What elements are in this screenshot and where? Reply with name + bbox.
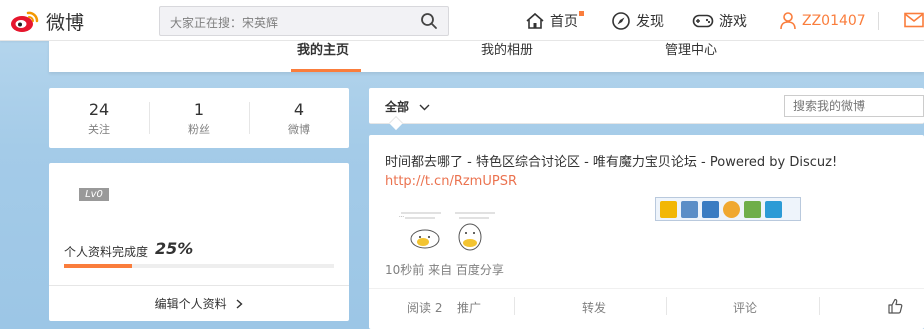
action-divider: [514, 297, 515, 315]
document-icon[interactable]: [681, 200, 698, 218]
nav-home-label: 首页: [550, 13, 578, 30]
comment-button[interactable]: 评论: [733, 299, 757, 316]
edit-profile-label: 编辑个人资料: [154, 297, 227, 311]
nav-home[interactable]: 首页: [525, 0, 578, 41]
post-meta: 10秒前 来自 百度分享: [385, 263, 504, 277]
stat-following-label: 关注: [88, 123, 110, 136]
completion-progress-fill: [64, 264, 132, 268]
mail-icon[interactable]: [904, 12, 924, 31]
monitor-icon[interactable]: [702, 200, 719, 218]
top-bar: 微博 大家正在搜：宋英辉 首页 发现 游戏 ZZ01407: [0, 0, 924, 41]
sticker-right: [458, 223, 482, 251]
action-divider: [819, 297, 820, 315]
post-link[interactable]: http://t.cn/RzmUPSR: [385, 174, 517, 189]
post-text: 时间都去哪了 - 特色区综合讨论区 - 唯有魔力宝贝论坛 - Powered b…: [385, 155, 838, 170]
filter-all[interactable]: 全部: [385, 98, 409, 115]
nav-discover-label: 发现: [636, 13, 664, 30]
edit-profile-link[interactable]: 编辑个人资料: [49, 295, 349, 312]
nav-discover[interactable]: 发现: [611, 0, 664, 41]
weibo-logo[interactable]: 微博: [10, 6, 84, 36]
profile-tab-bar: 我的主页 我的相册 管理中心: [49, 41, 924, 72]
compass-icon: [611, 11, 631, 31]
filter-caret: [388, 115, 404, 131]
search-placeholder: 大家正在搜：宋英辉: [170, 16, 279, 30]
chevron-right-icon: [236, 298, 243, 312]
search-icon[interactable]: [420, 12, 438, 33]
level-badge[interactable]: Lv0: [79, 188, 109, 201]
share-toolbar: [655, 197, 801, 221]
nav-user-label: ZZ01407: [802, 12, 866, 29]
profile-divider: [49, 285, 349, 286]
profile-card: Lv0 个人资料完成度 25% 编辑个人资料: [49, 163, 349, 321]
my-posts-search-input[interactable]: [784, 95, 924, 117]
user-icon: [779, 11, 797, 31]
emoji-face-icon[interactable]: [723, 200, 740, 218]
post-thumbnail-image[interactable]: …: [385, 205, 505, 257]
stat-followers-count: 1: [193, 100, 205, 119]
stat-followers[interactable]: 1 粉丝: [149, 100, 249, 137]
smiley-icon[interactable]: [660, 200, 677, 218]
notification-dot: [579, 11, 584, 16]
post-card: 时间都去哪了 - 特色区综合讨论区 - 唯有魔力宝贝论坛 - Powered b…: [369, 135, 924, 329]
active-tab-indicator: [291, 69, 361, 72]
nav-divider: [878, 12, 879, 30]
like-icon[interactable]: [887, 298, 903, 317]
chevron-down-icon[interactable]: [419, 100, 430, 114]
post-divider: [369, 288, 924, 289]
stats-card: 24 关注 1 粉丝 4 微博: [49, 88, 349, 148]
weibo-eye-icon: [10, 8, 40, 34]
stat-followers-label: 粉丝: [188, 123, 210, 136]
stat-posts-count: 4: [293, 100, 305, 119]
promote-button[interactable]: 推广: [457, 299, 481, 316]
gamepad-icon: [692, 12, 714, 30]
read-count: 阅读 2: [407, 301, 443, 315]
image-icon[interactable]: [744, 200, 761, 218]
tab-my-album[interactable]: 我的相册: [481, 41, 533, 72]
completion-label: 个人资料完成度: [64, 245, 149, 259]
star-icon[interactable]: [765, 200, 782, 218]
completion-progress-bar: [64, 264, 334, 268]
nav-games[interactable]: 游戏: [692, 0, 747, 41]
completion-value: 25%: [155, 239, 194, 258]
home-icon: [525, 12, 545, 30]
feed-filter-bar: 全部: [369, 88, 924, 131]
repost-button[interactable]: 转发: [582, 299, 606, 316]
nav-games-label: 游戏: [719, 13, 747, 30]
stat-posts-label: 微博: [288, 123, 310, 136]
tab-my-home[interactable]: 我的主页: [297, 41, 349, 72]
search-input[interactable]: 大家正在搜：宋英辉: [159, 6, 449, 36]
tab-manage[interactable]: 管理中心: [665, 41, 717, 72]
logo-text: 微博: [46, 11, 85, 34]
stat-following-count: 24: [88, 100, 110, 119]
stat-posts[interactable]: 4 微博: [249, 100, 349, 137]
action-divider: [666, 297, 667, 315]
nav-user[interactable]: ZZ01407: [779, 0, 866, 41]
stat-following[interactable]: 24 关注: [49, 100, 149, 137]
svg-text:…: …: [399, 213, 404, 219]
